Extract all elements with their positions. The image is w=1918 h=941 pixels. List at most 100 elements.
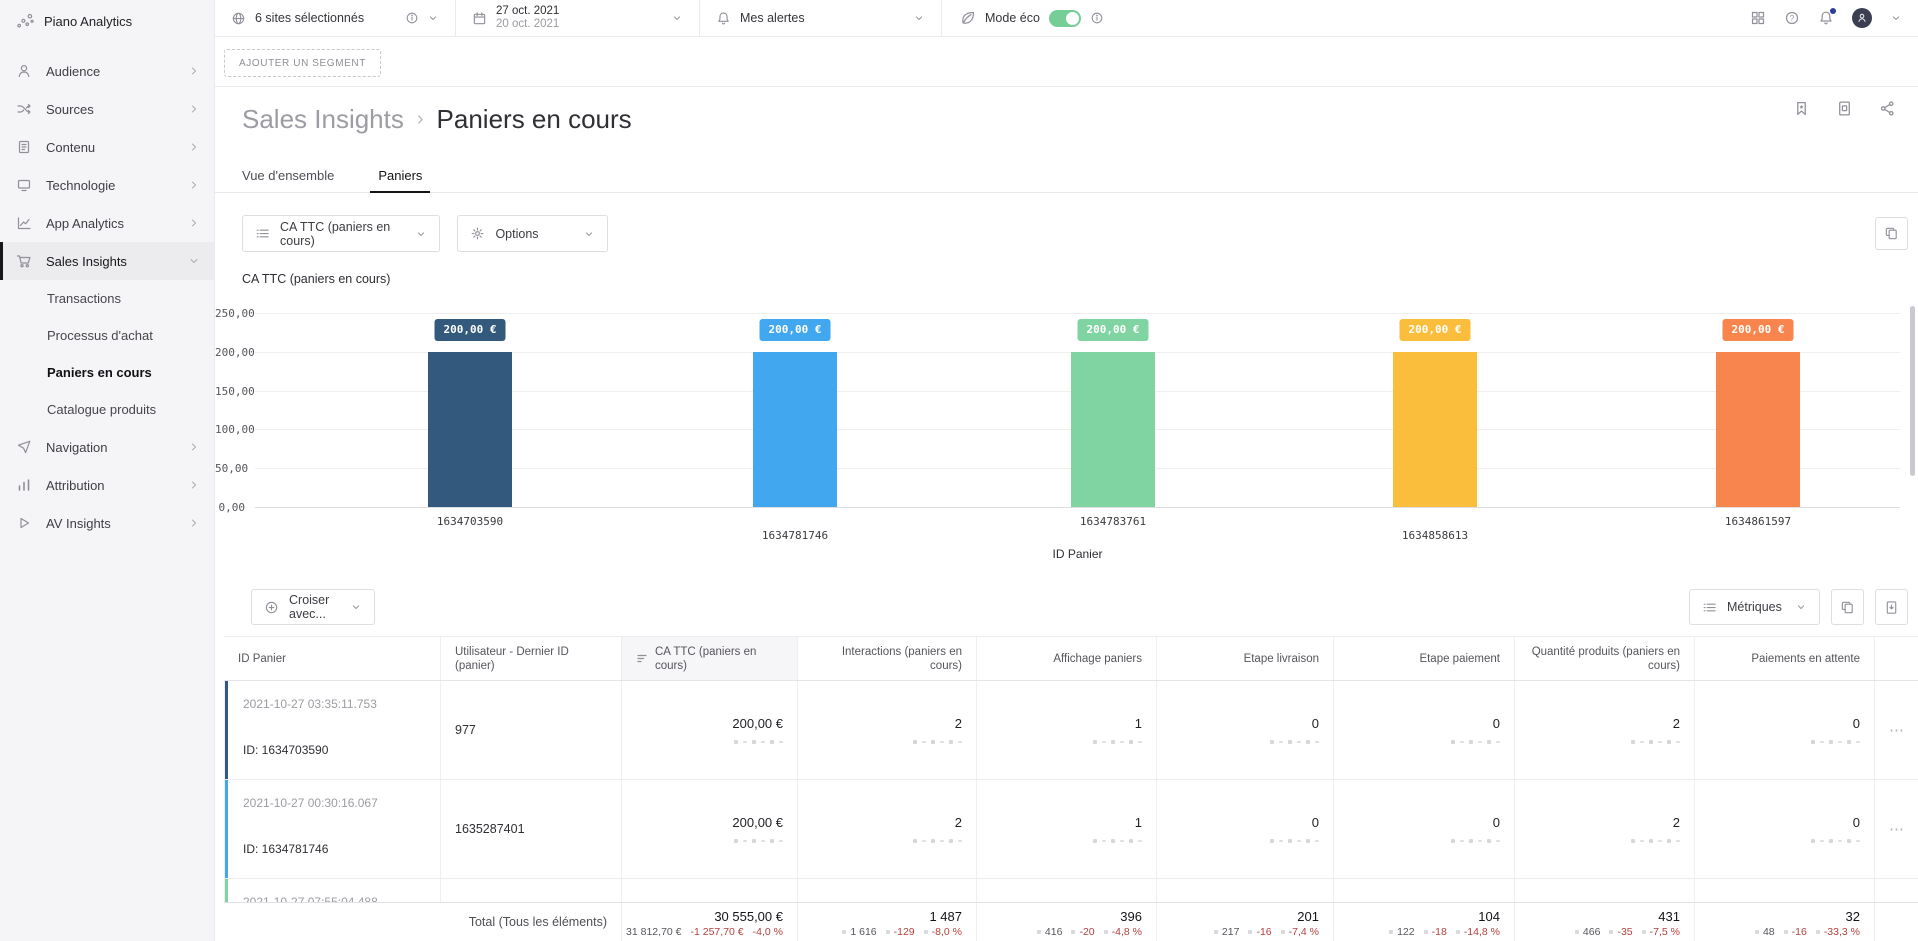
metric-selector[interactable]: CA TTC (paniers en cours) (242, 215, 440, 252)
scrollbar-thumb[interactable] (1910, 306, 1915, 476)
play-icon (16, 515, 32, 531)
sidebar-subitem-label: Transactions (47, 291, 121, 306)
sidebar-item-audience[interactable]: Audience (0, 52, 214, 90)
sidebar-item-sales-insights[interactable]: Sales Insights (0, 242, 214, 280)
y-axis-tick: 150,00 (215, 385, 245, 398)
chevron-right-icon (188, 441, 200, 453)
chevron-right-icon (188, 141, 200, 153)
table-export-button[interactable] (1875, 589, 1908, 625)
bell-icon (716, 11, 731, 26)
sidebar-nav: Audience Sources Contenu Technologie App (0, 52, 214, 542)
chevron-right-icon (188, 179, 200, 191)
cell-value: 200,00 € (732, 815, 783, 830)
metrics-selector[interactable]: Métriques (1689, 589, 1820, 625)
x-axis-category: 1634783761 (1080, 515, 1146, 528)
sidebar-item-app-analytics[interactable]: App Analytics (0, 204, 214, 242)
bar-value-badge: 200,00 € (435, 319, 506, 341)
table-copy-button[interactable] (1831, 589, 1864, 625)
info-icon[interactable] (1090, 11, 1104, 25)
sidebar-item-navigation[interactable]: Navigation (0, 428, 214, 466)
sidebar-subitem-transactions[interactable]: Transactions (0, 280, 214, 317)
sidebar-subitem-catalogue-produits[interactable]: Catalogue produits (0, 391, 214, 428)
chevron-right-icon (188, 517, 200, 529)
cell-interactions: 2 (797, 780, 976, 878)
chart-bar[interactable]: 200,00 € (1071, 352, 1155, 507)
chart-bar[interactable]: 200,00 € (428, 352, 512, 507)
cell-paiement: 0 (1333, 780, 1514, 878)
cell-value: 2 (1673, 716, 1680, 731)
y-axis-tick: 250,00 (215, 307, 245, 320)
column-header-etape-paiement[interactable]: Etape paiement (1333, 637, 1514, 680)
cell-date: 2021-10-27 03:35:11.753 (243, 697, 377, 711)
column-header-label: CA TTC (paniers en cours) (655, 645, 783, 673)
chart-copy-button[interactable] (1875, 217, 1908, 250)
date-range-selector[interactable]: 27 oct. 2021 20 oct. 2021 (456, 0, 700, 36)
sparkline (1631, 839, 1680, 843)
options-selector[interactable]: Options (457, 215, 608, 252)
cell-livraison: 0 (1156, 780, 1333, 878)
info-icon[interactable] (405, 11, 419, 25)
chart-title: CA TTC (paniers en cours) (242, 272, 390, 286)
total-prev: 217 (1214, 926, 1240, 938)
column-header-etape-livraison[interactable]: Etape livraison (1156, 637, 1333, 680)
chevron-right-icon (188, 479, 200, 491)
chart-bar[interactable]: 200,00 € (753, 352, 837, 507)
column-header-paiements-attente[interactable]: Paiements en attente (1694, 637, 1874, 680)
segment-bar: AJOUTER UN SEGMENT (215, 37, 1918, 87)
table-row: 2021-10-27 00:30:16.067 ID: 1634781746 1… (224, 780, 1918, 879)
sidebar-item-attribution[interactable]: Attribution (0, 466, 214, 504)
add-segment-button[interactable]: AJOUTER UN SEGMENT (224, 49, 381, 77)
notifications-button[interactable] (1818, 10, 1834, 26)
cell-value: 2 (955, 716, 962, 731)
sidebar-subitem-paniers-en-cours[interactable]: Paniers en cours (0, 354, 214, 391)
total-delta: -16 (1784, 926, 1807, 938)
sidebar-item-av-insights[interactable]: AV Insights (0, 504, 214, 542)
page-title: Paniers en cours (437, 104, 632, 135)
audience-icon (16, 63, 32, 79)
eco-toggle[interactable] (1049, 10, 1081, 27)
total-prev: 48 (1755, 926, 1775, 938)
total-pct: -7,5 % (1642, 926, 1680, 938)
sparkline (913, 740, 962, 744)
cell-user: 1635287401 (440, 780, 621, 878)
row-actions-button[interactable]: ⋯ (1874, 780, 1918, 878)
column-header-id-panier[interactable]: ID Panier (224, 637, 440, 680)
total-value: 431 (1658, 909, 1680, 924)
help-icon[interactable]: ? (1784, 10, 1800, 26)
chart-bar[interactable]: 200,00 € (1716, 352, 1800, 507)
save-template-icon[interactable] (1836, 100, 1853, 117)
sidebar-item-label: Navigation (46, 440, 107, 455)
sparkline (1631, 740, 1680, 744)
column-header-affichage-paniers[interactable]: Affichage paniers (976, 637, 1156, 680)
bookmark-star-icon[interactable] (1793, 100, 1810, 117)
tab-vue-densemble[interactable]: Vue d'ensemble (242, 160, 334, 192)
sparkline (1811, 740, 1860, 744)
table-toolbar: Croiser avec... Métriques (215, 589, 1908, 627)
avatar[interactable] (1852, 8, 1872, 28)
apps-grid-icon[interactable] (1750, 10, 1766, 26)
sidebar-item-contenu[interactable]: Contenu (0, 128, 214, 166)
cross-with-button[interactable]: Croiser avec... (251, 589, 375, 625)
app-logo[interactable]: Piano Analytics (0, 0, 214, 42)
row-actions-button[interactable]: ⋯ (1874, 681, 1918, 779)
column-header-quantite-produits[interactable]: Quantité produits (paniers en cours) (1514, 637, 1694, 680)
sidebar-item-technologie[interactable]: Technologie (0, 166, 214, 204)
breadcrumb-separator: › (417, 108, 424, 131)
tab-paniers[interactable]: Paniers (378, 160, 422, 192)
total-delta: -1 257,70 € (691, 926, 744, 938)
column-header-interactions[interactable]: Interactions (paniers en cours) (797, 637, 976, 680)
breadcrumb: Sales Insights › Paniers en cours (242, 104, 1896, 135)
breadcrumb-parent[interactable]: Sales Insights (242, 104, 404, 135)
sidebar-item-sources[interactable]: Sources (0, 90, 214, 128)
sidebar-subitem-processus-achat[interactable]: Processus d'achat (0, 317, 214, 354)
chevron-right-icon (188, 217, 200, 229)
share-icon[interactable] (1879, 100, 1896, 117)
alerts-selector[interactable]: Mes alertes (700, 0, 942, 36)
site-selector[interactable]: 6 sites sélectionnés (215, 0, 456, 36)
column-header-utilisateur[interactable]: Utilisateur - Dernier ID (panier) (440, 637, 621, 680)
chart-bar[interactable]: 200,00 € (1393, 352, 1477, 507)
column-header-ca-ttc[interactable]: CA TTC (paniers en cours) (621, 637, 797, 680)
chevron-down-icon[interactable] (1890, 12, 1902, 24)
main-area: 6 sites sélectionnés 27 oct. 2021 20 oct… (215, 0, 1918, 941)
cell-affichage: 1 (976, 780, 1156, 878)
